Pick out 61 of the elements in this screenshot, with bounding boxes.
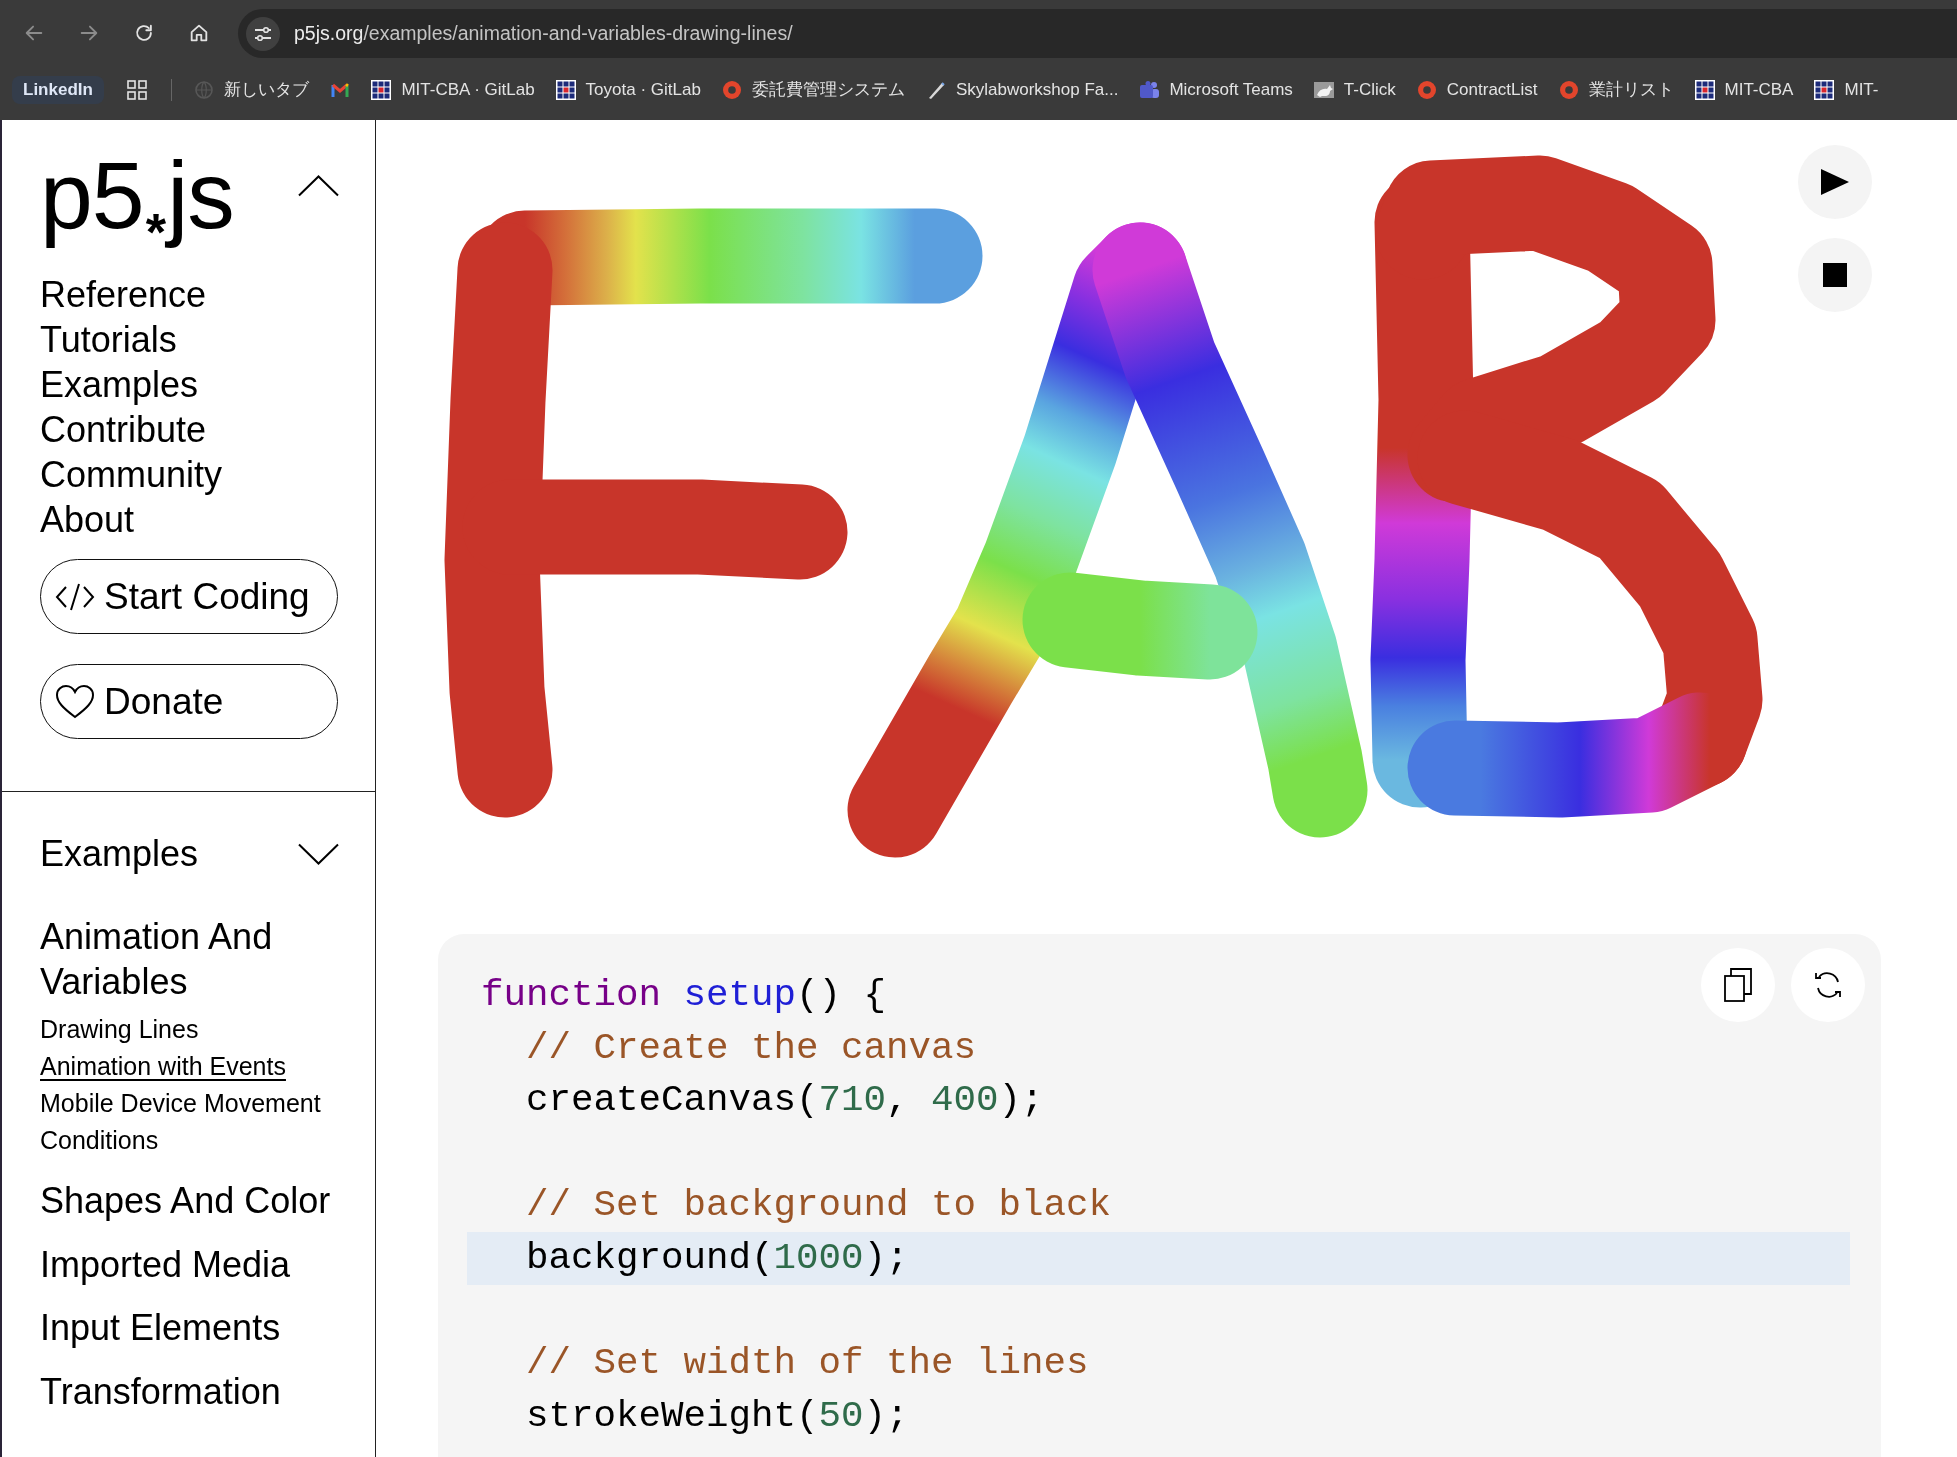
bookmark-link[interactable]: MIT-	[1814, 79, 1879, 100]
bookmark-link[interactable]: Toyota · GitLab	[555, 79, 701, 100]
code-line: // Set width of the lines	[526, 1342, 1089, 1385]
example-link[interactable]: Mobile Device Movement	[40, 1085, 321, 1122]
chevron-down-icon[interactable]	[298, 842, 339, 865]
nav-link[interactable]: About	[40, 497, 135, 542]
bookmark-link[interactable]: 業計リスト	[1558, 78, 1674, 101]
nav-link[interactable]: Community	[40, 452, 223, 497]
bookmark-link[interactable]: ContractList	[1416, 79, 1538, 100]
stop-icon	[1823, 263, 1847, 287]
grid-icon	[1694, 79, 1715, 100]
example-link[interactable]: Drawing Lines	[40, 1011, 199, 1048]
grid-icon	[1814, 79, 1835, 100]
nav-link[interactable]: Examples	[40, 362, 199, 407]
sliders-icon[interactable]	[246, 16, 280, 51]
code-line: createCanvas(710, 400);	[526, 1079, 1044, 1122]
category-link[interactable]: Transformation	[40, 1368, 281, 1414]
grid-icon	[371, 79, 392, 100]
donate-button[interactable]: Donate	[40, 664, 338, 739]
play-icon	[1821, 169, 1849, 195]
chevron-up-icon[interactable]	[298, 175, 339, 197]
refresh-icon	[1813, 970, 1843, 1000]
reload-icon[interactable]	[133, 22, 155, 44]
url-text[interactable]: p5js.org/examples/animation-and-variables-drawing-lines/	[294, 22, 793, 45]
code-line: background(1000);	[526, 1236, 909, 1279]
grid-icon	[555, 79, 576, 100]
category-link[interactable]: Input Elements	[40, 1305, 281, 1350]
nav-link[interactable]: Tutorials	[40, 317, 177, 362]
ring-icon	[1416, 79, 1437, 100]
bookmark-link[interactable]: T-Click	[1313, 79, 1396, 100]
bookmark-link[interactable]: 委託費管理システム	[721, 78, 905, 101]
bookmark-link[interactable]: Skylabworkshop Fa...	[925, 79, 1119, 100]
example-link[interactable]: Animation with Events	[40, 1048, 286, 1085]
logo[interactable]: p5$_{*}$js	[40, 137, 234, 253]
bookmark-link[interactable]: Microsoft Teams	[1139, 79, 1293, 100]
heart-icon	[55, 683, 95, 720]
bookmark-link[interactable]: 新しいタブ	[194, 78, 310, 101]
code-line: function setup() {	[481, 974, 887, 1016]
apps-grid-icon[interactable]	[126, 79, 147, 100]
bookmark-link[interactable]: MIT-CBA · GitLab	[371, 79, 535, 100]
example-link[interactable]: Conditions	[40, 1122, 159, 1159]
ring-icon	[721, 79, 742, 100]
animal-icon	[1313, 79, 1334, 100]
copy-icon	[1724, 968, 1752, 1002]
team-icon	[1139, 79, 1160, 100]
category-link[interactable]: Animation And Variables	[40, 914, 339, 1004]
address-bar[interactable]: p5js.org/examples/animation-and-variables-drawing-lines/	[238, 9, 1957, 58]
code-line: // Create the canvas	[526, 1026, 977, 1069]
start-coding-button[interactable]: Start Coding	[40, 559, 338, 634]
bookmark-link[interactable]: MIT-CBA	[1694, 79, 1794, 100]
category-link[interactable]: Imported Media	[40, 1241, 291, 1287]
globe-icon	[194, 79, 215, 100]
nav-link[interactable]: Reference	[40, 272, 207, 317]
category-link[interactable]: Shapes And Color	[40, 1178, 331, 1223]
section-heading: Examples	[40, 832, 199, 876]
nav-link[interactable]: Contribute	[40, 407, 207, 452]
home-icon[interactable]	[188, 22, 210, 44]
bookmark-link[interactable]: LinkedIn	[12, 75, 104, 104]
ring-icon	[1558, 79, 1579, 100]
code-line: // Set background to black	[526, 1184, 1112, 1227]
code-line: strokeWeight(50);	[526, 1394, 909, 1437]
